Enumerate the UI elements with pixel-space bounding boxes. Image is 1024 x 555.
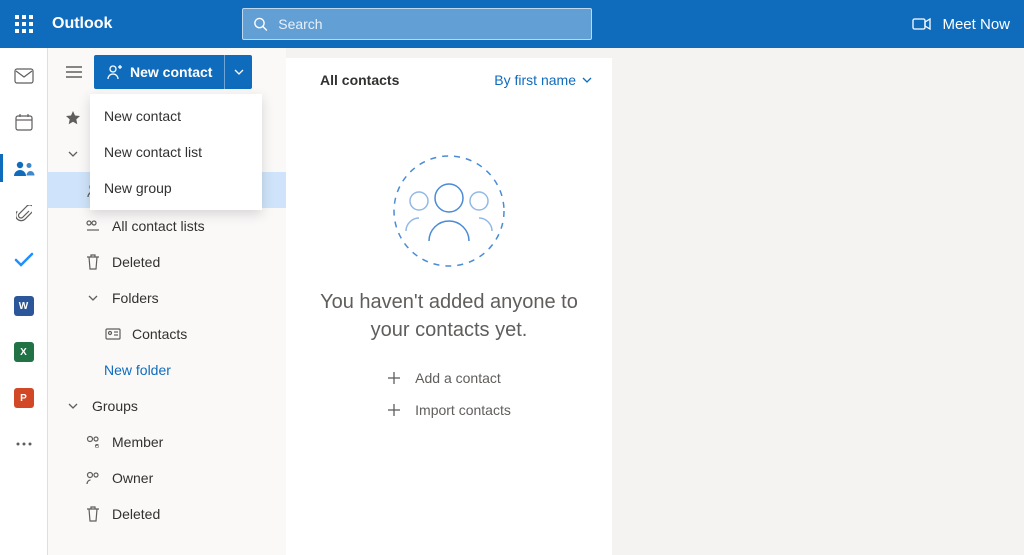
nav-label: Deleted (112, 506, 160, 522)
plus-icon (387, 371, 401, 385)
nav-label: Member (112, 434, 163, 450)
attach-icon (16, 205, 32, 223)
rail-people[interactable] (0, 148, 48, 188)
new-contact-dropdown[interactable] (224, 55, 252, 89)
nav-label: Groups (92, 398, 138, 414)
panel-title: All contacts (320, 72, 399, 88)
chevron-down-icon (234, 69, 244, 75)
plus-icon (387, 403, 401, 417)
nav-label: Deleted (112, 254, 160, 270)
nav-groups-deleted[interactable]: Deleted (48, 496, 286, 532)
menu-new-group[interactable]: New group (90, 170, 262, 206)
contact-card-icon (104, 328, 122, 340)
import-contacts-button[interactable]: Import contacts (387, 402, 511, 418)
nav-label: Contacts (132, 326, 187, 342)
top-bar: Outlook Meet Now (0, 0, 1024, 48)
meet-now-label: Meet Now (942, 16, 1010, 33)
new-contact-menu: New contact New contact list New group (90, 94, 262, 210)
chevron-down-icon (84, 295, 102, 301)
nav-label: All contact lists (112, 218, 205, 234)
meet-now-button[interactable]: Meet Now (912, 16, 1010, 33)
nav-member[interactable]: Member (48, 424, 286, 460)
nav-folder-contacts[interactable]: Contacts (48, 316, 286, 352)
empty-line1: You haven't added anyone to (320, 288, 578, 316)
star-icon (64, 110, 82, 126)
menu-new-contact[interactable]: New contact (90, 98, 262, 134)
trash-icon (84, 254, 102, 270)
empty-state: You haven't added anyone to your contact… (286, 102, 612, 418)
rail-powerpoint[interactable]: P (0, 378, 48, 418)
more-icon (16, 442, 32, 446)
add-contact-label: Add a contact (415, 370, 501, 386)
chevron-down-icon (64, 151, 82, 157)
member-icon (84, 435, 102, 449)
sort-label: By first name (494, 72, 576, 88)
video-icon (912, 17, 932, 31)
add-contact-button[interactable]: Add a contact (387, 370, 511, 386)
rail-mail[interactable] (0, 56, 48, 96)
hamburger-icon (66, 66, 82, 78)
trash-icon (84, 506, 102, 522)
main-area: All contacts By first name You ha (286, 48, 1024, 555)
rail-excel[interactable]: X (0, 332, 48, 372)
rail-calendar[interactable] (0, 102, 48, 142)
nav-label: Owner (112, 470, 153, 486)
search-icon (253, 16, 268, 32)
contacts-panel: All contacts By first name You ha (286, 58, 612, 555)
chevron-down-icon (582, 77, 592, 83)
people-list-icon (84, 219, 102, 233)
new-contact-label: New contact (130, 64, 212, 80)
nav-deleted[interactable]: Deleted (48, 244, 286, 280)
chevron-down-icon (64, 403, 82, 409)
search-box[interactable] (242, 8, 592, 40)
app-launcher[interactable] (0, 0, 48, 48)
nav-all-contact-lists[interactable]: All contact lists (48, 208, 286, 244)
people-icon (13, 160, 35, 176)
import-contacts-label: Import contacts (415, 402, 511, 418)
waffle-icon (15, 15, 33, 33)
calendar-icon (15, 113, 33, 131)
excel-icon: X (14, 342, 34, 362)
new-contact-button[interactable]: New contact (94, 55, 252, 89)
rail-todo[interactable] (0, 240, 48, 280)
menu-new-contact-list[interactable]: New contact list (90, 134, 262, 170)
brand-label: Outlook (52, 15, 112, 33)
word-icon: W (14, 296, 34, 316)
empty-line2: your contacts yet. (320, 316, 578, 344)
nav-toggle[interactable] (60, 58, 88, 86)
nav-groups-header[interactable]: Groups (48, 388, 286, 424)
sort-button[interactable]: By first name (494, 72, 592, 88)
powerpoint-icon: P (14, 388, 34, 408)
mail-icon (14, 68, 34, 84)
nav-label: New folder (104, 362, 171, 378)
empty-illustration (384, 146, 514, 276)
rail-more[interactable] (0, 424, 48, 464)
owner-icon (84, 471, 102, 485)
add-person-icon (106, 64, 122, 80)
nav-column: New contact New contact New contact list… (48, 48, 286, 555)
search-input[interactable] (278, 16, 581, 32)
nav-folders[interactable]: Folders (48, 280, 286, 316)
rail-word[interactable]: W (0, 286, 48, 326)
nav-new-folder[interactable]: New folder (48, 352, 286, 388)
rail-files[interactable] (0, 194, 48, 234)
new-contact-main[interactable]: New contact (94, 55, 224, 89)
nav-label: Folders (112, 290, 159, 306)
nav-owner[interactable]: Owner (48, 460, 286, 496)
app-rail: W X P (0, 48, 48, 555)
check-icon (14, 252, 34, 268)
